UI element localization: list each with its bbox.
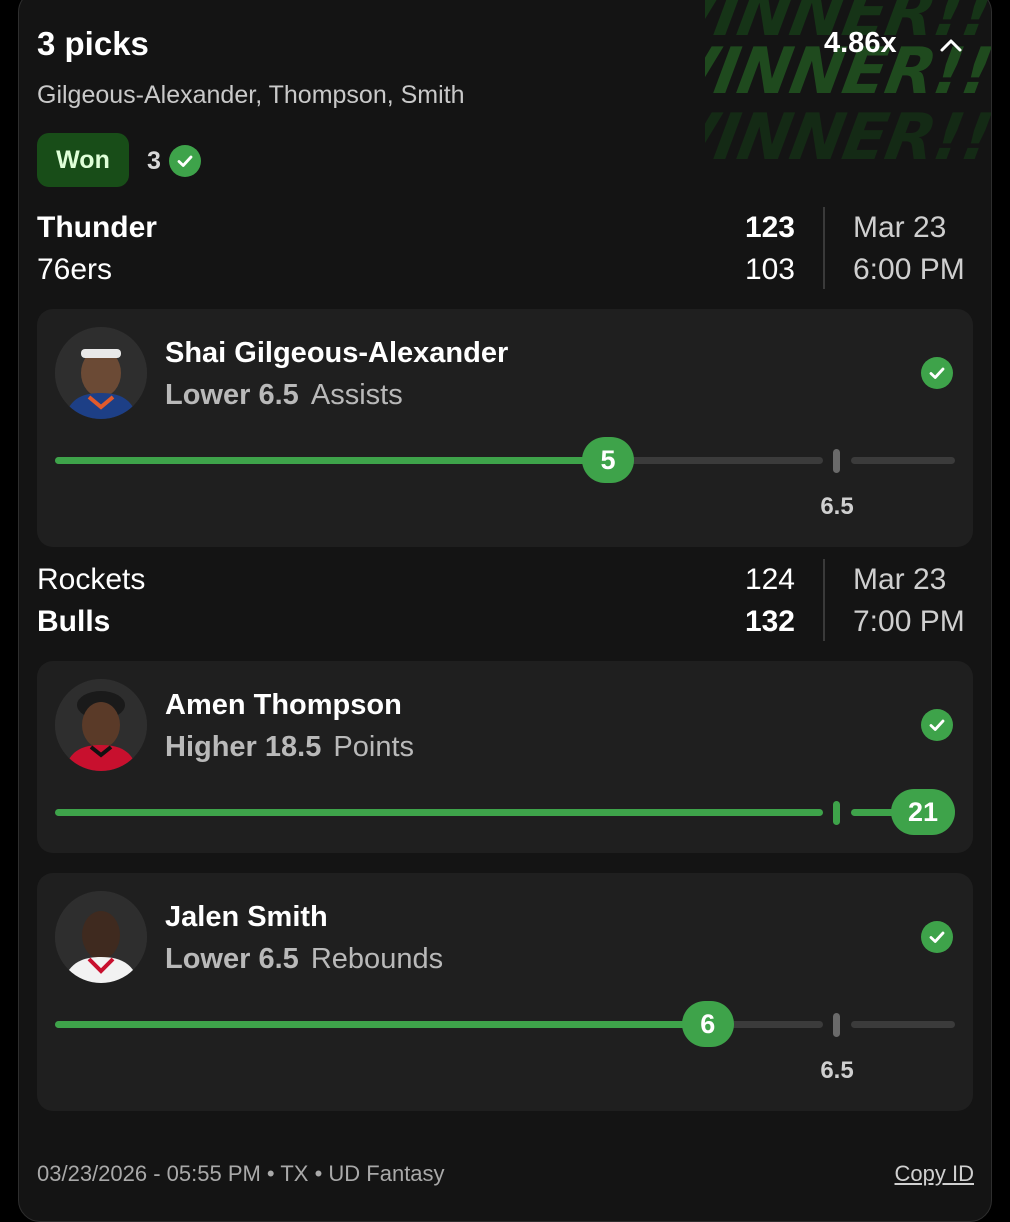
pick-line-value: 6.5	[258, 379, 299, 411]
payout-multiplier: 4.86x	[824, 27, 897, 59]
progress-fill	[55, 457, 608, 464]
player-avatar	[55, 891, 147, 983]
game-date: Mar 23	[853, 563, 947, 596]
progress-fill	[55, 809, 823, 816]
game-score-a: 123	[744, 211, 795, 244]
picks-title: 3 picks	[37, 25, 149, 62]
game-date: Mar 23	[853, 211, 947, 244]
game-divider	[823, 559, 825, 641]
pick-direction: Lower	[165, 379, 251, 411]
won-count: 3	[147, 145, 201, 177]
game-team-a: Rockets	[37, 563, 146, 596]
entry-meta: 03/23/2026 - 05:55 PM • TX • UD Fantasy	[37, 1161, 445, 1186]
game-score-b: 103	[744, 253, 795, 286]
pick-direction: Lower	[165, 943, 251, 975]
game-team-a: Thunder	[37, 211, 157, 244]
progress-track-over	[851, 457, 955, 464]
pick-direction: Higher	[165, 731, 257, 763]
pick-stat: Assists	[310, 379, 403, 411]
pick-stat: Points	[333, 731, 415, 763]
progress-fill	[55, 1021, 708, 1028]
result-bubble: 21	[891, 789, 955, 835]
pick-line: Lower 6.5 Rebounds	[165, 943, 443, 976]
game-team-b: 76ers	[37, 253, 113, 286]
line-marker	[833, 1013, 840, 1037]
game-score-b: 132	[744, 605, 795, 638]
player-name: Shai Gilgeous-Alexander	[165, 337, 509, 369]
game-score-a: 124	[744, 563, 795, 596]
check-circle-icon	[921, 357, 953, 389]
won-count-value: 3	[147, 146, 161, 175]
result-bubble: 6	[681, 1001, 734, 1047]
entry-card: WINNER!! WINNER!! WINNER!! 3 picks 4.86x…	[18, 0, 992, 1222]
pick-card[interactable]: Jalen Smith Lower 6.5 Rebounds 6 6.5	[37, 873, 973, 1111]
progress-track-over	[851, 1021, 955, 1028]
check-circle-icon	[921, 921, 953, 953]
pick-card[interactable]: Shai Gilgeous-Alexander Lower 6.5 Assist…	[37, 309, 973, 547]
player-avatar	[55, 327, 147, 419]
player-name: Jalen Smith	[165, 901, 328, 933]
pick-line: Higher 18.5 Points	[165, 731, 414, 764]
chevron-up-icon[interactable]	[939, 33, 963, 57]
line-marker-label: 6.5	[820, 1057, 854, 1084]
result-bubble: 5	[581, 437, 634, 483]
line-marker	[833, 801, 840, 825]
game-time: 7:00 PM	[853, 605, 965, 638]
game-time: 6:00 PM	[853, 253, 965, 286]
player-avatar	[55, 679, 147, 771]
game-team-b: Bulls	[37, 605, 111, 638]
pick-line-value: 18.5	[264, 731, 322, 763]
check-circle-icon	[168, 145, 201, 177]
copy-id-link[interactable]: Copy ID	[895, 1161, 974, 1187]
game-divider	[823, 207, 825, 289]
pick-card[interactable]: Amen Thompson Higher 18.5 Points 21	[37, 661, 973, 853]
players-summary: Gilgeous-Alexander, Thompson, Smith	[37, 81, 465, 109]
check-circle-icon	[921, 709, 953, 741]
pick-line-value: 6.5	[258, 943, 299, 975]
player-name: Amen Thompson	[165, 689, 402, 721]
pick-line: Lower 6.5 Assists	[165, 379, 403, 412]
line-marker-label: 6.5	[820, 493, 854, 520]
card-content: 3 picks 4.86x Gilgeous-Alexander, Thomps…	[19, 1, 991, 1201]
pick-stat: Rebounds	[310, 943, 444, 975]
status-badge: Won	[37, 133, 129, 187]
line-marker	[833, 449, 840, 473]
